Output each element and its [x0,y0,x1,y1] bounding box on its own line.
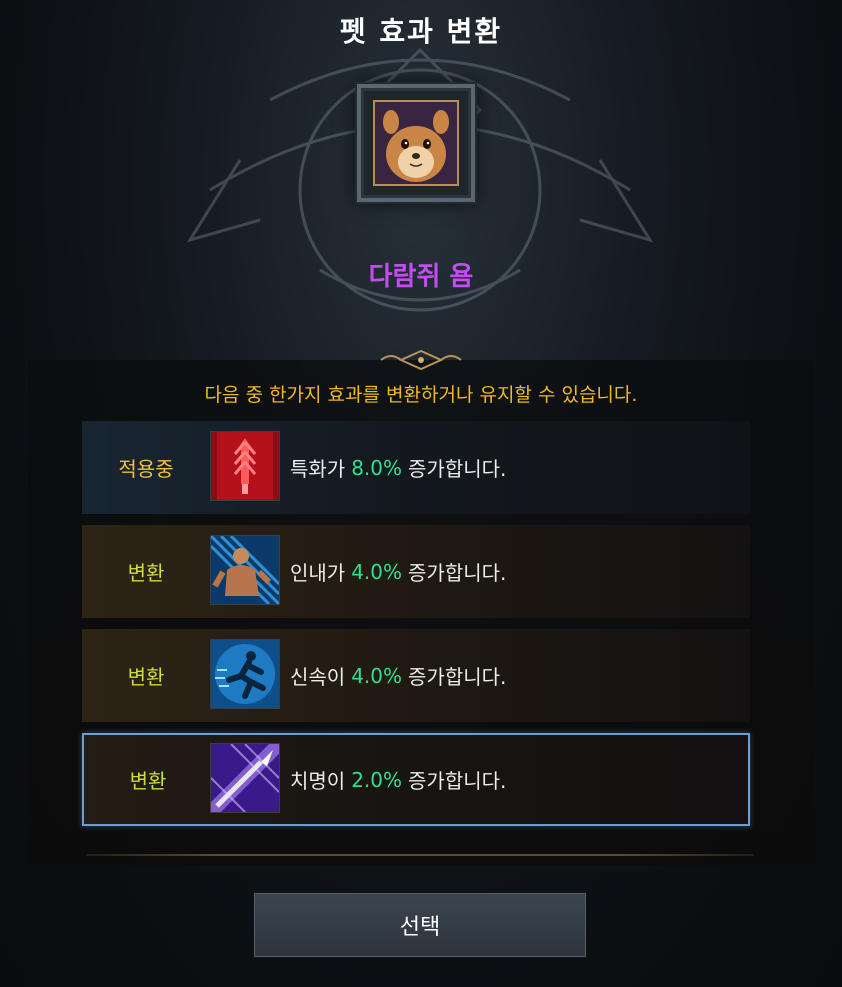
effect-text: 치명이 2.0% 증가합니다. [290,735,506,824]
instruction-text: 다음 중 한가지 효과를 변환하거나 유지할 수 있습니다. [204,384,638,406]
effect-suffix: 증가합니다. [408,561,507,585]
effect-option-swiftness[interactable]: 변환 신속이 4.0% 증가합니다. [82,629,750,722]
status-label-applied: 적용중 [118,457,174,481]
page-title: 펫 효과 변환 [339,15,503,48]
effect-text: 특화가 8.0% 증가합니다. [290,421,506,514]
effect-percent: 4.0% [351,663,403,688]
status-label-convert: 변환 [127,665,165,689]
select-button[interactable]: 선택 [254,893,586,957]
effect-stat: 신속이 [290,665,346,689]
effect-stat: 치명이 [290,769,346,793]
effect-suffix: 증가합니다. [408,665,507,689]
specialization-sword-icon [210,431,280,501]
status-label-convert: 변환 [127,561,165,585]
effect-options-list: 적용중 특화가 8.0% 증가합니다. 변환 인내가 4.0% 증가합니다. 변… [82,421,750,837]
effect-option-critical[interactable]: 변환 치명이 2.0% 증가합니다. [82,733,750,826]
effect-percent: 8.0% [351,455,403,480]
effect-suffix: 증가합니다. [408,457,507,481]
pet-portrait-frame [357,84,475,202]
effect-percent: 2.0% [351,767,403,792]
effect-option-specialization[interactable]: 적용중 특화가 8.0% 증가합니다. [82,421,750,514]
pet-name: 다람쥐 욤 [368,262,474,292]
effect-stat: 특화가 [290,457,346,481]
effect-text: 신속이 4.0% 증가합니다. [290,629,506,722]
effect-option-endurance[interactable]: 변환 인내가 4.0% 증가합니다. [82,525,750,618]
footer-divider [86,854,754,856]
ornament-divider [160,349,682,371]
squirrel-portrait-icon [373,100,459,186]
swiftness-runner-icon [210,639,280,709]
effect-stat: 인내가 [290,561,346,585]
endurance-fighter-icon [210,535,280,605]
crit-spear-icon [210,743,280,813]
effect-suffix: 증가합니다. [408,769,507,793]
effect-text: 인내가 4.0% 증가합니다. [290,525,506,618]
status-label-convert: 변환 [129,769,167,793]
effect-percent: 4.0% [351,559,403,584]
